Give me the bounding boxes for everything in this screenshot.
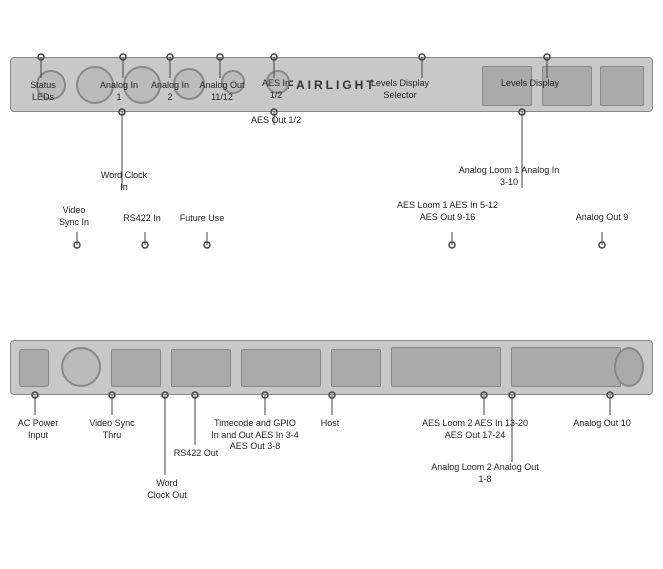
aes-loom-2-label: AES Loom 2 AES In 13-20 AES Out 17-24 bbox=[420, 418, 530, 441]
aes-in-1-2-label: AES In 1/2 bbox=[255, 78, 297, 101]
aes-out-1-2-label: AES Out 1/2 bbox=[250, 115, 302, 127]
timecode-gpio-label: Timecode and GPIO In and Out AES In 3-4 … bbox=[210, 418, 300, 453]
analog-loom-1-label: Analog Loom 1 Analog In 3-10 bbox=[454, 165, 564, 188]
video-sync-in-label: Video Sync In bbox=[52, 205, 96, 228]
diagram-container: FAIRLIGHT bbox=[0, 0, 663, 569]
analog-out-9-label: Analog Out 9 bbox=[572, 212, 632, 224]
levels-display-label: Levels Display bbox=[490, 78, 570, 90]
analog-in-2-label: Analog In 2 bbox=[148, 80, 192, 103]
analog-out-10-label: Analog Out 10 bbox=[572, 418, 632, 430]
analog-loom-2-label: Analog Loom 2 Analog Out 1-8 bbox=[430, 462, 540, 485]
ac-power-input-label: AC Power Input bbox=[10, 418, 66, 441]
status-leds-label: Status LEDs bbox=[18, 80, 68, 103]
word-clock-out-label: Word Clock Out bbox=[145, 478, 189, 501]
bottom-hardware-unit bbox=[10, 340, 653, 395]
word-clock-in-label: Word Clock In bbox=[98, 170, 150, 193]
analog-in-1-label: Analog In 1 bbox=[97, 80, 141, 103]
analog-out-11-12-label: Analog Out 11/12 bbox=[196, 80, 248, 103]
rs422-in-label: RS422 In bbox=[120, 213, 164, 225]
video-sync-thru-label: Video Sync Thru bbox=[88, 418, 136, 441]
levels-display-selector-label: Levels Display Selector bbox=[360, 78, 440, 101]
future-use-label: Future Use bbox=[174, 213, 230, 225]
aes-loom-1-label: AES Loom 1 AES In 5-12 AES Out 9-16 bbox=[395, 200, 500, 223]
host-label: Host bbox=[312, 418, 348, 430]
